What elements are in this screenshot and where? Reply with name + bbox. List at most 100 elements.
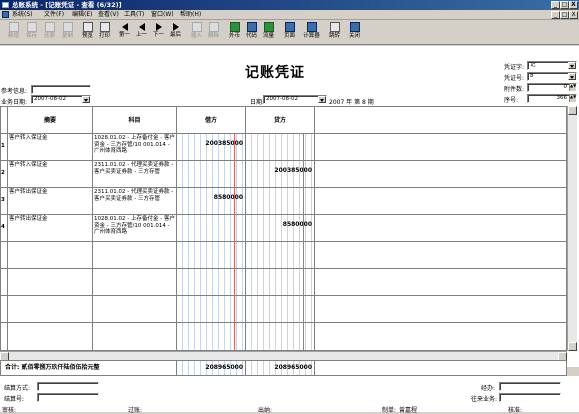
inner-minimize-button[interactable]: _ <box>551 11 560 19</box>
account-cell[interactable]: 1028.01.02 - 上存备付金 - 客户资金 - 三方存管/10 001.… <box>93 215 177 241</box>
debit-cell[interactable] <box>177 242 246 268</box>
credit-cell[interactable] <box>246 242 315 268</box>
toolbar-prev-button[interactable]: 上一 <box>133 21 150 44</box>
summary-cell[interactable] <box>8 269 93 295</box>
voucher-no-select[interactable]: 8 <box>527 72 577 81</box>
credit-cell[interactable] <box>246 134 315 160</box>
voucher-word-select[interactable]: 记 <box>527 61 577 70</box>
vertical-scrollbar[interactable] <box>567 106 577 351</box>
menu-tools[interactable]: 工具(T) <box>124 10 144 20</box>
summary-cell[interactable]: 客户转出保证金 <box>8 188 93 214</box>
toolbar-currency-button[interactable]: 外币 <box>226 21 243 44</box>
toolbar-save-button[interactable]: 保存 <box>23 21 40 44</box>
bizdate-input[interactable]: 2007-08-02 <box>31 95 91 104</box>
table-row[interactable]: 2 客户转入保证金 2311.01.02 - 代理买卖证券款 - 客户买卖证券款… <box>1 161 566 188</box>
table-row[interactable]: 3 客户转出保证金 2311.01.02 - 代理买卖证券款 - 客户买卖证券款… <box>1 188 566 215</box>
debit-cell[interactable] <box>177 296 246 322</box>
menu-bar: 系统(S) 文件(F) 编辑(E) 查看(V) 工具(T) 窗口(W) 帮助(H… <box>0 10 579 20</box>
spinner-icon[interactable]: ▲▼ <box>569 95 576 102</box>
menu-window[interactable]: 窗口(W) <box>151 10 174 20</box>
spinner-icon[interactable]: ▲▼ <box>569 84 576 91</box>
totals-row: 合计: 贰佰零捌万玖仟陆佰伍拾元整 208965000 208965000 <box>0 360 567 376</box>
print-icon <box>99 22 110 32</box>
menu-help[interactable]: 帮助(H) <box>180 10 201 20</box>
debit-cell[interactable]: 8580000 <box>177 188 246 214</box>
table-row[interactable]: 1 客户转入保证金 1028.01.02 - 上存备付金 - 客户资金 - 三方… <box>1 134 566 161</box>
account-cell[interactable] <box>93 269 177 295</box>
business-input[interactable] <box>499 393 561 402</box>
toolbar-print-button[interactable]: 打印 <box>96 21 113 44</box>
account-cell[interactable] <box>93 242 177 268</box>
settle-method-label: 结算方式: <box>4 385 31 392</box>
toolbar-calculator-button[interactable]: 计算器 <box>301 21 322 44</box>
close-window-button[interactable]: X <box>569 1 578 9</box>
summary-cell[interactable]: 客户转入保证金 <box>8 161 93 187</box>
ref-input[interactable] <box>31 85 91 94</box>
table-row[interactable] <box>1 296 566 323</box>
toolbar-last-button[interactable]: 最后 <box>167 21 184 44</box>
toolbar-copy-button[interactable]: 复制 <box>59 21 76 44</box>
horizontal-scrollbar[interactable] <box>0 351 567 361</box>
account-cell[interactable]: 2311.01.02 - 代理买卖证券款 - 客户买卖证券款 - 三方存管 <box>93 161 177 187</box>
menu-view[interactable]: 查看(V) <box>98 10 119 20</box>
table-row[interactable] <box>1 242 566 269</box>
maker-label: 制单: <box>382 407 397 414</box>
account-cell[interactable] <box>93 296 177 322</box>
toolbar-page-button[interactable]: 页面 <box>281 21 298 44</box>
credit-cell[interactable] <box>246 188 315 214</box>
inner-restore-button[interactable]: □ <box>560 11 569 19</box>
debit-cell[interactable] <box>177 323 246 350</box>
handler-input[interactable] <box>499 382 561 391</box>
voucher-no-label: 凭证号: <box>504 75 525 82</box>
table-row[interactable] <box>1 323 566 350</box>
toolbar-code-button[interactable]: 代码 <box>243 21 260 44</box>
summary-cell[interactable]: 客户转出保证金 <box>8 215 93 241</box>
attachments-input[interactable]: 0 ▲▼ <box>527 83 577 92</box>
account-cell[interactable]: 1028.01.02 - 上存备付金 - 客户资金 - 三方存管/10 001.… <box>93 134 177 160</box>
settle-no-input[interactable] <box>37 393 99 402</box>
summary-cell[interactable] <box>8 296 93 322</box>
maximize-button[interactable]: □ <box>560 1 569 9</box>
toolbar-flow-button[interactable]: 流量 <box>260 21 277 44</box>
toolbar-delete-button[interactable]: 删除 <box>205 21 222 44</box>
toolbar-close-button[interactable]: 关闭 <box>346 21 363 44</box>
summary-cell[interactable]: 客户转入保证金 <box>8 134 93 160</box>
chevron-down-icon[interactable] <box>568 73 576 80</box>
summary-cell[interactable] <box>8 323 93 350</box>
debit-cell[interactable] <box>177 161 246 187</box>
minimize-button[interactable]: _ <box>551 1 560 9</box>
toolbar-jump-button[interactable]: 跳转 <box>326 21 343 44</box>
chevron-down-icon[interactable] <box>568 62 576 69</box>
scroll-up-icon[interactable] <box>568 106 577 115</box>
toolbar-new-button[interactable]: 新增 <box>5 21 22 44</box>
debit-cell[interactable]: 200385000 <box>177 134 246 160</box>
account-cell[interactable] <box>93 323 177 350</box>
debit-cell[interactable] <box>177 215 246 241</box>
table-row[interactable]: 4 客户转出保证金 1028.01.02 - 上存备付金 - 客户资金 - 三方… <box>1 215 566 242</box>
inner-close-button[interactable]: X <box>569 11 578 19</box>
scroll-down-icon[interactable] <box>568 342 577 351</box>
chevron-down-icon[interactable] <box>82 96 90 103</box>
summary-cell[interactable] <box>8 242 93 268</box>
toolbar-preview-button[interactable]: 预览 <box>79 21 96 44</box>
toolbar-insert-button[interactable]: 插入 <box>188 21 205 44</box>
credit-cell[interactable] <box>246 323 315 350</box>
toolbar-next-button[interactable]: 下一 <box>150 21 167 44</box>
credit-cell[interactable]: 200385000 <box>246 161 315 187</box>
menu-file[interactable]: 文件(F) <box>44 10 64 20</box>
debit-cell[interactable] <box>177 269 246 295</box>
credit-cell[interactable]: 8580000 <box>246 215 315 241</box>
toolbar-restore-button[interactable]: 还原 <box>41 21 58 44</box>
account-cell[interactable]: 2311.01.02 - 代理买卖证券款 - 客户买卖证券款 - 三方存管 <box>93 188 177 214</box>
toolbar-first-button[interactable]: 第一 <box>116 21 133 44</box>
table-row[interactable] <box>1 269 566 296</box>
maker-value: 曾嘉程 <box>399 407 418 414</box>
seq-input[interactable]: 366 ▲▼ <box>527 94 577 103</box>
credit-cell[interactable] <box>246 269 315 295</box>
date-input[interactable]: 2007-08-02 <box>263 95 327 104</box>
menu-system[interactable]: 系统(S) <box>12 10 33 20</box>
credit-cell[interactable] <box>246 296 315 322</box>
chevron-down-icon[interactable] <box>318 96 326 103</box>
menu-edit[interactable]: 编辑(E) <box>72 10 92 20</box>
settle-method-input[interactable] <box>37 382 99 391</box>
